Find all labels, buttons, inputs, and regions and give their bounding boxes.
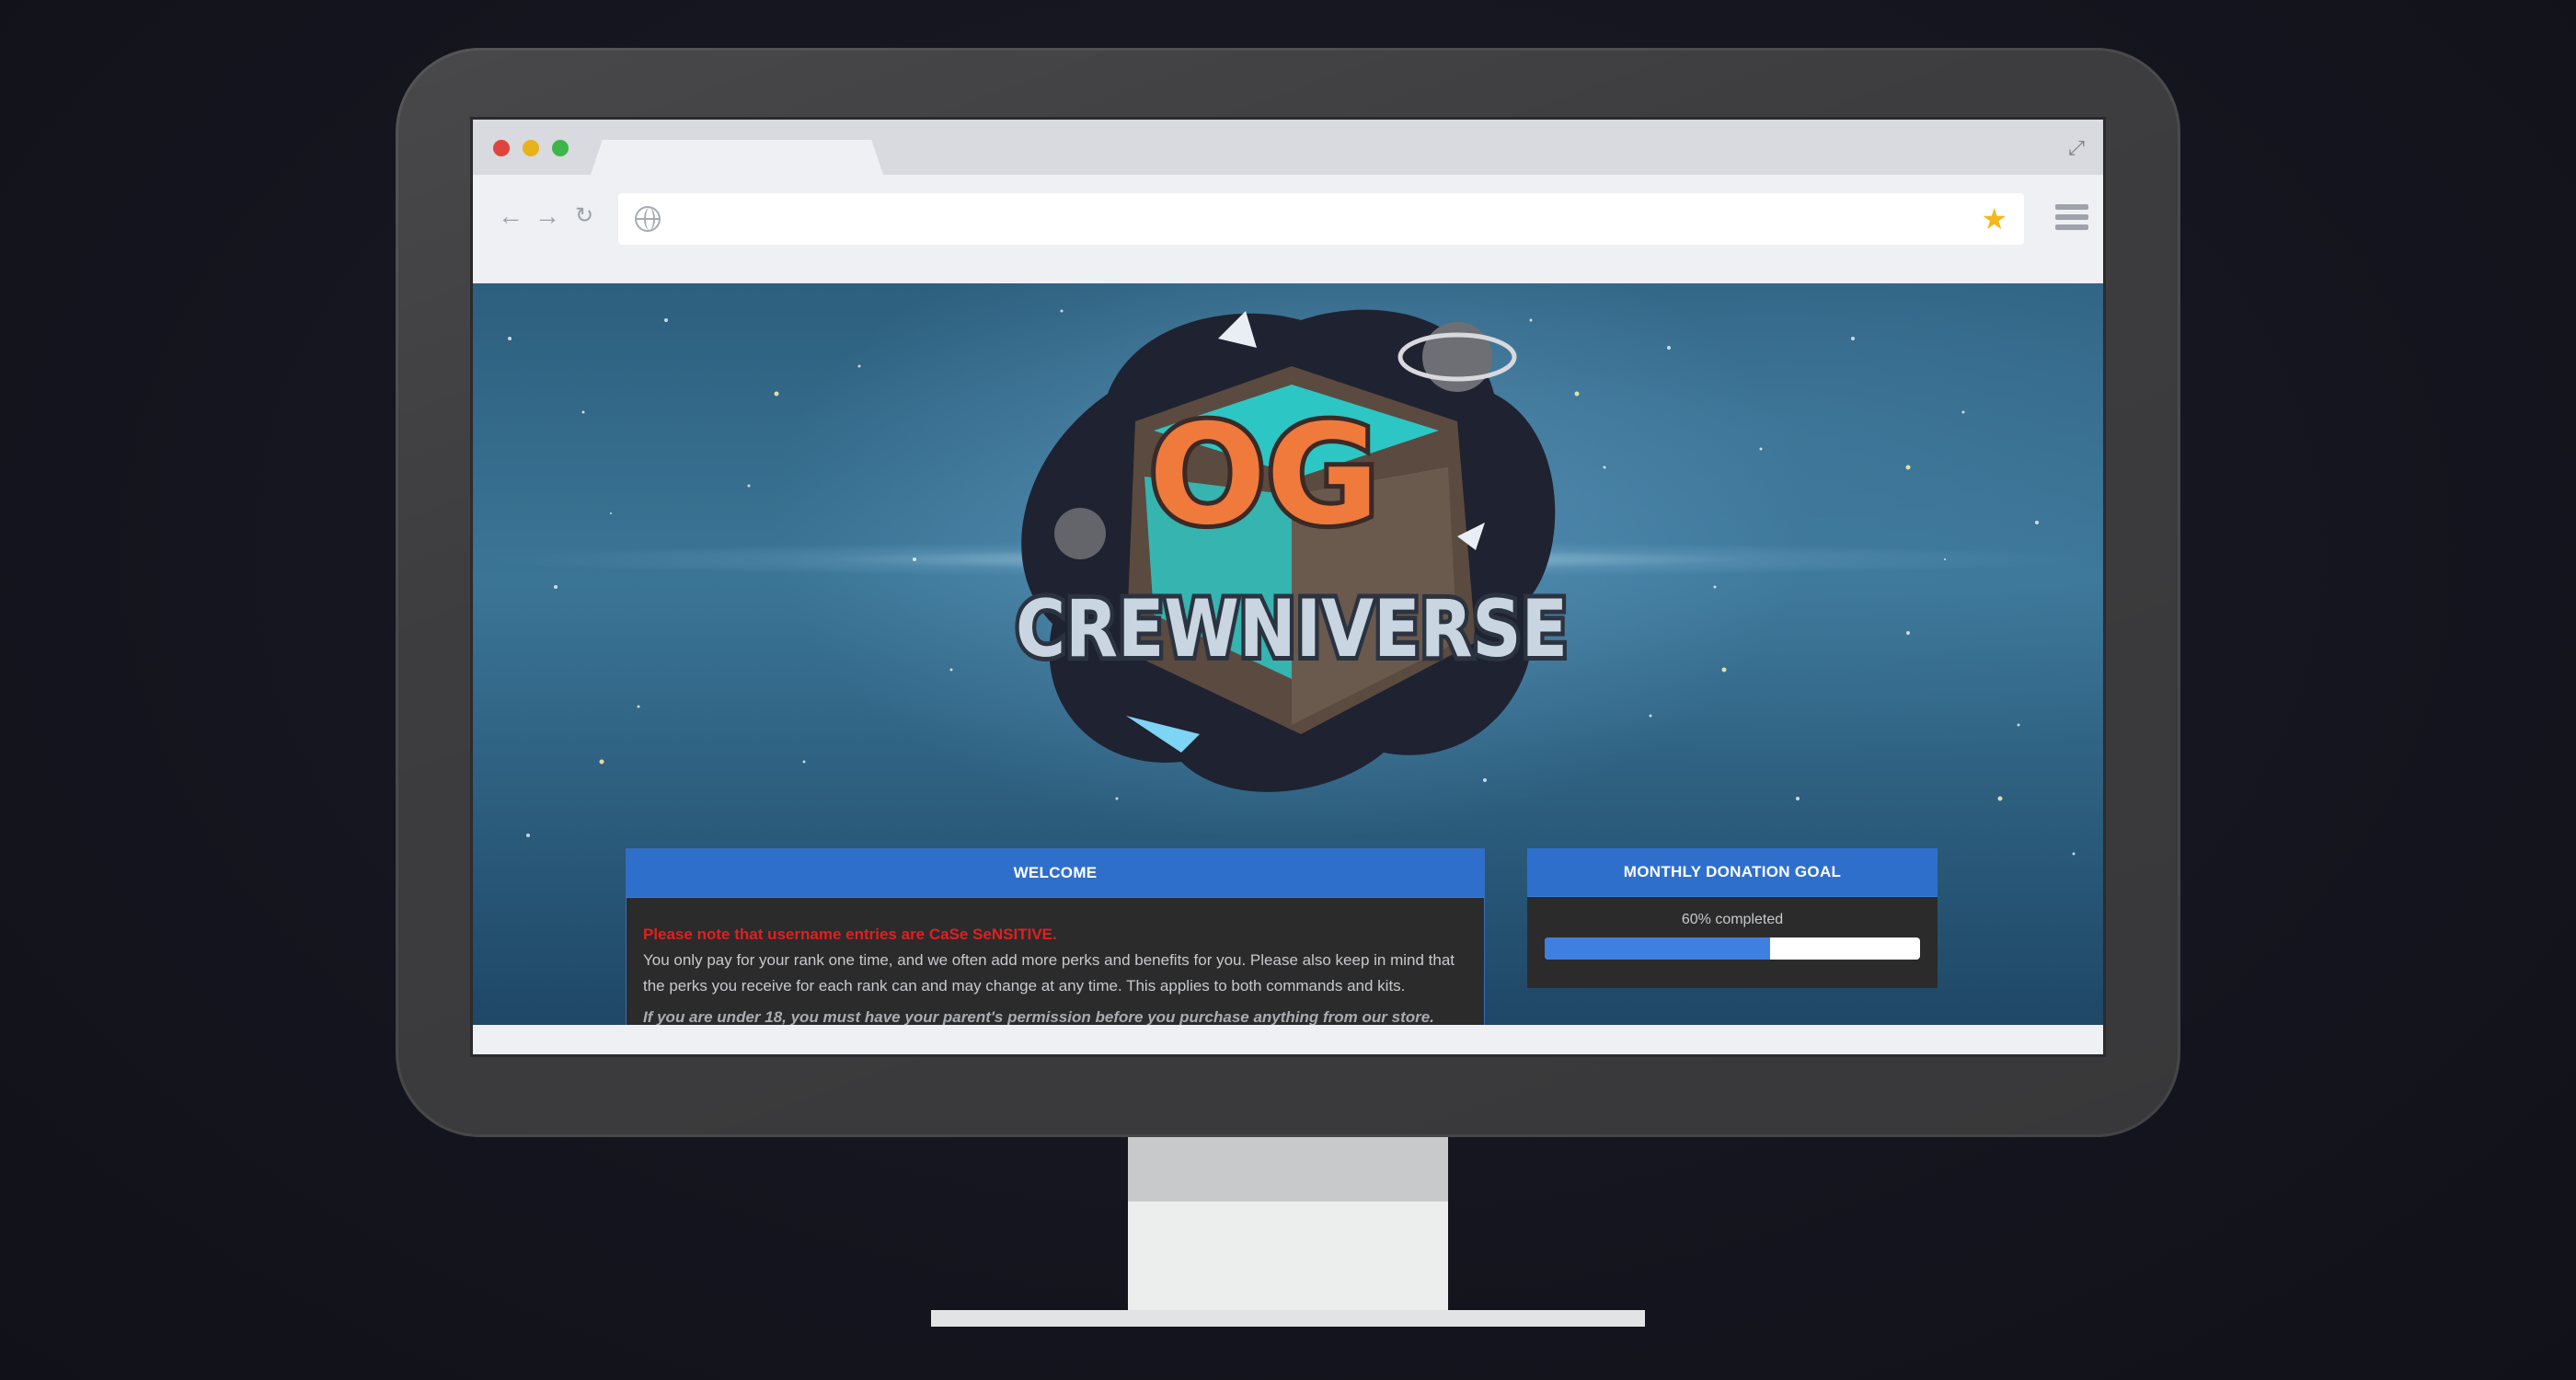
expand-icon[interactable]: ⤢ (2064, 136, 2088, 160)
hamburger-menu-icon[interactable] (2055, 204, 2088, 230)
welcome-body: Please note that username entries are Ca… (627, 898, 1484, 1025)
close-window-button[interactable] (493, 140, 510, 156)
minimize-window-button[interactable] (523, 140, 539, 156)
donation-goal-body: 60% completed (1527, 897, 1938, 974)
browser-bottom-strip (473, 1025, 2103, 1054)
arrow-right-icon[interactable]: → (534, 202, 561, 230)
web-page: OG CREWNIVERSE WELCOME Please note that … (473, 283, 2103, 1025)
welcome-title: WELCOME (627, 849, 1484, 898)
screen: ⤢ ← → ↻ ★ OG CREWNIVERSE WELCOME Please … (473, 120, 2103, 1054)
star-icon[interactable]: ★ (1981, 202, 2007, 236)
age-disclaimer: If you are under 18, you must have your … (643, 1008, 1434, 1025)
monitor-stand-shadow (1128, 1137, 1448, 1202)
browser-toolbar: ← → ↻ ★ (473, 175, 2103, 263)
url-input[interactable] (675, 201, 1967, 239)
welcome-text: You only pay for your rank one time, and… (643, 951, 1455, 995)
address-bar[interactable]: ★ (618, 193, 2024, 245)
monitor-stand-base (931, 1310, 1645, 1327)
welcome-panel: WELCOME Please note that username entrie… (626, 848, 1485, 1025)
maximize-window-button[interactable] (552, 140, 569, 156)
reload-icon[interactable]: ↻ (570, 202, 598, 230)
logo-crewniverse-text: CREWNIVERSE (1016, 583, 1568, 675)
browser-tab[interactable] (591, 140, 883, 175)
progress-bar (1545, 937, 1920, 960)
crewniverse-logo: OG CREWNIVERSE (1011, 309, 1572, 792)
progress-fill (1545, 937, 1770, 960)
globe-icon (635, 206, 661, 232)
arrow-left-icon[interactable]: ← (497, 202, 524, 230)
donation-goal-title: MONTHLY DONATION GOAL (1527, 848, 1938, 897)
logo-og-text: OG (1149, 396, 1380, 556)
case-sensitive-warning: Please note that username entries are Ca… (643, 926, 1057, 943)
browser-tab-bar: ⤢ (473, 120, 2103, 175)
donation-goal-panel: MONTHLY DONATION GOAL 60% completed (1527, 848, 1938, 988)
progress-label: 60% completed (1681, 912, 1784, 927)
